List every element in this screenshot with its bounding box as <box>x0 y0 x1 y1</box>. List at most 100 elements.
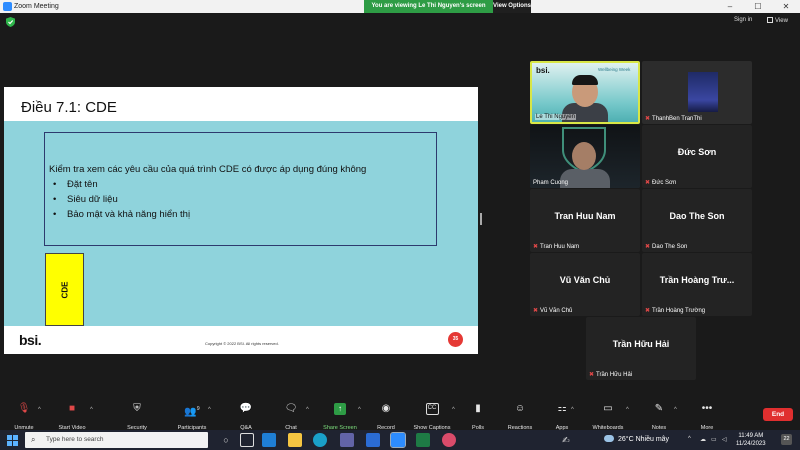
participant-label: ✖ Trần Hữu Hải <box>589 371 632 378</box>
teams-app-icon[interactable] <box>340 433 354 447</box>
chevron-up-icon[interactable]: ^ <box>674 407 677 413</box>
participant-tile-tran-huu-nam[interactable]: Tran Huu Nam ✖ Tran Huu Nam <box>530 189 640 252</box>
chevron-up-icon[interactable]: ^ <box>208 407 211 413</box>
more-button[interactable]: ••• More <box>685 401 729 431</box>
chevron-up-icon[interactable]: ^ <box>306 407 309 413</box>
security-button[interactable]: ⛨ Security <box>115 401 159 431</box>
participant-tile-pham-cuong[interactable]: Pham Cuong <box>530 125 640 188</box>
reactions-button[interactable]: ☺ Reactions <box>498 401 542 431</box>
participant-tile-dao-the-son[interactable]: Dao The Son ✖ Dao The Son <box>642 189 752 252</box>
view-label: View <box>775 18 788 24</box>
participant-display-name: Đức Sơn <box>677 147 717 157</box>
cortana-icon[interactable]: ○ <box>219 433 233 447</box>
participant-tile-thanhben-tranthi[interactable]: ✖ ThanhBen TranThi <box>642 61 752 124</box>
page-number-badge: 35 <box>448 332 463 347</box>
unmute-button[interactable]: 🎙 Unmute <box>2 401 46 431</box>
muted-microphone-icon: 🎙 <box>17 403 31 414</box>
task-view-icon[interactable] <box>240 433 254 447</box>
search-placeholder: Type here to search <box>46 436 104 443</box>
participant-name: Tran Huu Nam <box>540 244 580 250</box>
windows-taskbar: ⌕ Type here to search ○ ✍ 26°C Nhiều mây… <box>0 430 800 450</box>
windows-start-icon[interactable] <box>7 435 18 446</box>
cde-box: CDE <box>45 253 84 326</box>
close-button[interactable]: ✕ <box>772 0 800 13</box>
participant-tile-tran-hoang-truong[interactable]: Trần Hoàng Trư... ✖ Trần Hoàng Trường <box>642 253 752 316</box>
view-options-button[interactable]: View Options <box>493 0 531 13</box>
zoom-window: Zoom Meeting – ☐ ✕ You are viewing Le Th… <box>0 0 800 450</box>
app-icon[interactable] <box>442 433 456 447</box>
sign-in-button[interactable]: Sign in <box>734 17 752 23</box>
edge-app-icon[interactable] <box>262 433 276 447</box>
muted-mic-icon: ✖ <box>533 244 539 250</box>
excel-app-icon[interactable] <box>416 433 430 447</box>
start-video-button[interactable]: ■ Start Video <box>50 401 94 431</box>
participant-name: Pham Cuong <box>533 180 569 186</box>
participant-tile-duc-son[interactable]: Đức Sơn ✖ Đức Sơn <box>642 125 752 188</box>
zoom-app-icon[interactable] <box>390 432 406 448</box>
participants-button[interactable]: 👥9 Participants <box>170 401 214 431</box>
screen-share-banner: You are viewing Le Thi Nguyen's screen V… <box>364 0 531 13</box>
participant-name: Đức Sơn <box>652 180 677 186</box>
show-captions-button[interactable]: CC Show Captions <box>410 401 454 431</box>
search-icon: ⌕ <box>31 435 36 444</box>
chevron-up-icon[interactable]: ^ <box>38 407 41 413</box>
clock-time: 11:49 AM <box>738 433 764 439</box>
pen-icon[interactable]: ✍ <box>562 433 576 447</box>
cloud-sync-icon[interactable]: ☁ <box>700 436 706 443</box>
bullet-marker: • <box>53 179 57 190</box>
system-clock[interactable]: 11:49 AM 11/24/2023 <box>736 432 766 448</box>
splitter-handle[interactable] <box>480 213 482 225</box>
muted-mic-icon: ✖ <box>645 116 651 122</box>
participant-display-name: Vũ Văn Chủ <box>559 275 611 285</box>
notes-button[interactable]: ✎ Notes <box>637 401 681 431</box>
participant-tile-tran-huu-hai[interactable]: Trần Hữu Hải ✖ Trần Hữu Hải <box>586 317 696 380</box>
app-icon[interactable] <box>366 433 380 447</box>
person-face <box>572 142 596 170</box>
chevron-up-icon[interactable]: ^ <box>452 407 455 413</box>
bullet-marker: • <box>53 194 57 205</box>
taskbar-search-box[interactable]: ⌕ Type here to search <box>25 432 208 448</box>
notes-icon: ✎ <box>654 403 664 414</box>
bullet-item: • Siêu dữ liệu <box>49 192 366 207</box>
chat-icon: 🗨 <box>284 403 298 414</box>
participant-tile-le-thi-nguyen[interactable]: bsi. Wellbeing Week Le Thi Nguyen <box>530 61 640 124</box>
whiteboards-button[interactable]: ▭ Whiteboards <box>586 401 630 431</box>
volume-icon[interactable]: ◁ <box>722 436 727 443</box>
file-explorer-icon[interactable] <box>288 433 302 447</box>
maximize-button[interactable]: ☐ <box>744 0 772 13</box>
chat-button[interactable]: 🗨 Chat <box>269 401 313 431</box>
network-icon[interactable]: ▭ <box>711 436 717 443</box>
participant-name: Dao The Son <box>652 244 688 250</box>
window-title: Zoom Meeting <box>14 3 59 10</box>
participant-label: ✖ Đức Sơn <box>645 179 676 186</box>
browser-app-icon[interactable] <box>313 433 327 447</box>
weather-widget[interactable]: 26°C Nhiều mây <box>604 435 669 443</box>
participant-tile-vu-van-chu[interactable]: Vũ Văn Chủ ✖ Vũ Văn Chủ <box>530 253 640 316</box>
apps-button[interactable]: ⚏ Apps <box>540 401 584 431</box>
bullet-text: Bảo mật và khả năng hiển thị <box>67 209 191 220</box>
building-image <box>688 72 718 112</box>
polls-button[interactable]: ▮ Polls <box>456 401 500 431</box>
minimize-button[interactable]: – <box>716 0 744 13</box>
participant-display-name: Tran Huu Nam <box>554 211 616 221</box>
record-button[interactable]: ◉ Record <box>364 401 408 431</box>
shared-screen: Điều 7.1: CDE Kiểm tra xem các yêu cầu c… <box>4 87 478 354</box>
mini-slide-logo: bsi. <box>536 66 550 75</box>
chevron-up-icon[interactable]: ^ <box>626 407 629 413</box>
view-button[interactable]: View <box>767 17 788 24</box>
qa-button[interactable]: 💬 Q&A <box>224 401 268 431</box>
chevron-up-icon[interactable]: ^ <box>90 407 93 413</box>
participant-name: Trần Hoàng Trường <box>652 308 706 314</box>
chevron-up-icon[interactable]: ^ <box>571 407 574 413</box>
end-meeting-button[interactable]: End <box>763 408 793 421</box>
chevron-up-icon[interactable]: ^ <box>358 407 361 413</box>
encryption-shield-icon[interactable] <box>6 17 15 27</box>
bullet-text: Đặt tên <box>67 179 98 190</box>
chevron-up-icon[interactable]: ^ <box>688 436 691 442</box>
video-off-icon: ■ <box>68 403 76 414</box>
notifications-badge[interactable]: 22 <box>781 434 792 445</box>
share-screen-button[interactable]: ↑ Share Screen <box>318 401 362 431</box>
participant-name: Vũ Văn Chủ <box>540 308 573 314</box>
qa-icon: 💬 <box>239 403 253 414</box>
bullet-item: • Đặt tên <box>49 177 366 192</box>
